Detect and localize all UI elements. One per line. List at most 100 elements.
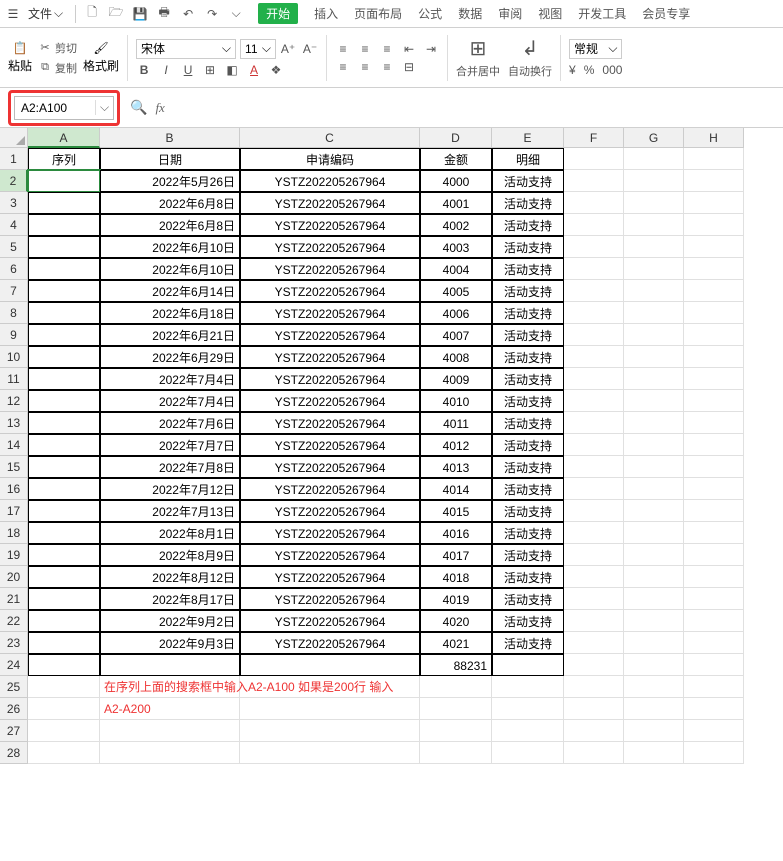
cell-E8[interactable]: 活动支持 bbox=[492, 302, 564, 324]
cell-D17[interactable]: 4015 bbox=[420, 500, 492, 522]
cell-A19[interactable] bbox=[28, 544, 100, 566]
cell-B14[interactable]: 2022年7月7日 bbox=[100, 434, 240, 456]
cell-A21[interactable] bbox=[28, 588, 100, 610]
cell-G1[interactable] bbox=[624, 148, 684, 170]
cell-A14[interactable] bbox=[28, 434, 100, 456]
cell-A10[interactable] bbox=[28, 346, 100, 368]
cell-F25[interactable] bbox=[564, 676, 624, 698]
cell-C21[interactable]: YSTZ202205267964 bbox=[240, 588, 420, 610]
cell-F2[interactable] bbox=[564, 170, 624, 192]
cell-B15[interactable]: 2022年7月8日 bbox=[100, 456, 240, 478]
cell-G19[interactable] bbox=[624, 544, 684, 566]
cell-C16[interactable]: YSTZ202205267964 bbox=[240, 478, 420, 500]
cell-G9[interactable] bbox=[624, 324, 684, 346]
cell-C10[interactable]: YSTZ202205267964 bbox=[240, 346, 420, 368]
file-menu-button[interactable]: 文件 ⌵ bbox=[24, 5, 67, 22]
align-middle-icon[interactable]: ≡ bbox=[357, 42, 373, 56]
cell-E25[interactable] bbox=[492, 676, 564, 698]
cell-G14[interactable] bbox=[624, 434, 684, 456]
cell-G15[interactable] bbox=[624, 456, 684, 478]
col-header-C[interactable]: C bbox=[240, 128, 420, 148]
cell-C18[interactable]: YSTZ202205267964 bbox=[240, 522, 420, 544]
row-header-6[interactable]: 6 bbox=[0, 258, 28, 280]
tab-开始[interactable]: 开始 bbox=[258, 3, 298, 24]
cell-E17[interactable]: 活动支持 bbox=[492, 500, 564, 522]
col-header-A[interactable]: A bbox=[28, 128, 100, 148]
font-size-select[interactable]: 11⌵ bbox=[240, 39, 276, 59]
cell-F11[interactable] bbox=[564, 368, 624, 390]
cell-F5[interactable] bbox=[564, 236, 624, 258]
cell-E18[interactable]: 活动支持 bbox=[492, 522, 564, 544]
chevron-down-icon[interactable]: ⌵ bbox=[95, 100, 113, 115]
cell-C9[interactable]: YSTZ202205267964 bbox=[240, 324, 420, 346]
cell-A4[interactable] bbox=[28, 214, 100, 236]
undo-icon[interactable]: ↶ bbox=[180, 7, 196, 21]
cell-D12[interactable]: 4010 bbox=[420, 390, 492, 412]
cell-H2[interactable] bbox=[684, 170, 744, 192]
cell-E16[interactable]: 活动支持 bbox=[492, 478, 564, 500]
cell-G28[interactable] bbox=[624, 742, 684, 764]
cell-F3[interactable] bbox=[564, 192, 624, 214]
cell-B28[interactable] bbox=[100, 742, 240, 764]
cell-D19[interactable]: 4017 bbox=[420, 544, 492, 566]
cell-B13[interactable]: 2022年7月6日 bbox=[100, 412, 240, 434]
cell-A6[interactable] bbox=[28, 258, 100, 280]
cell-E4[interactable]: 活动支持 bbox=[492, 214, 564, 236]
cell-D5[interactable]: 4003 bbox=[420, 236, 492, 258]
merge-center-button[interactable]: ⊞ 合并居中 bbox=[456, 36, 500, 79]
cell-E15[interactable]: 活动支持 bbox=[492, 456, 564, 478]
cell-F12[interactable] bbox=[564, 390, 624, 412]
cell-E20[interactable]: 活动支持 bbox=[492, 566, 564, 588]
tab-开发工具[interactable]: 开发工具 bbox=[578, 5, 626, 22]
cell-B6[interactable]: 2022年6月10日 bbox=[100, 258, 240, 280]
cell-D11[interactable]: 4009 bbox=[420, 368, 492, 390]
cell-H28[interactable] bbox=[684, 742, 744, 764]
tab-数据[interactable]: 数据 bbox=[458, 5, 482, 22]
cell-F16[interactable] bbox=[564, 478, 624, 500]
cell-C4[interactable]: YSTZ202205267964 bbox=[240, 214, 420, 236]
cell-G20[interactable] bbox=[624, 566, 684, 588]
cell-H25[interactable] bbox=[684, 676, 744, 698]
col-header-H[interactable]: H bbox=[684, 128, 744, 148]
cell-A5[interactable] bbox=[28, 236, 100, 258]
indent-left-icon[interactable]: ⇤ bbox=[401, 42, 417, 56]
cell-F20[interactable] bbox=[564, 566, 624, 588]
spreadsheet[interactable]: ABCDEFGH1序列日期申请编码金额明细22022年5月26日YSTZ2022… bbox=[0, 128, 783, 764]
format-painter-button[interactable]: 🖌 格式刷 bbox=[83, 41, 119, 74]
tab-会员专享[interactable]: 会员专享 bbox=[642, 5, 690, 22]
cell-C25[interactable] bbox=[240, 676, 420, 698]
cell-H1[interactable] bbox=[684, 148, 744, 170]
cell-A7[interactable] bbox=[28, 280, 100, 302]
cell-C23[interactable]: YSTZ202205267964 bbox=[240, 632, 420, 654]
comma-icon[interactable]: 000 bbox=[602, 63, 622, 77]
row-header-11[interactable]: 11 bbox=[0, 368, 28, 390]
cell-C28[interactable] bbox=[240, 742, 420, 764]
cell-C27[interactable] bbox=[240, 720, 420, 742]
row-header-3[interactable]: 3 bbox=[0, 192, 28, 214]
cell-D13[interactable]: 4011 bbox=[420, 412, 492, 434]
cell-D27[interactable] bbox=[420, 720, 492, 742]
col-header-D[interactable]: D bbox=[420, 128, 492, 148]
cell-D9[interactable]: 4007 bbox=[420, 324, 492, 346]
cell-E19[interactable]: 活动支持 bbox=[492, 544, 564, 566]
tab-页面布局[interactable]: 页面布局 bbox=[354, 5, 402, 22]
cell-G13[interactable] bbox=[624, 412, 684, 434]
cell-G3[interactable] bbox=[624, 192, 684, 214]
row-header-27[interactable]: 27 bbox=[0, 720, 28, 742]
cell-B23[interactable]: 2022年9月3日 bbox=[100, 632, 240, 654]
cell-B9[interactable]: 2022年6月21日 bbox=[100, 324, 240, 346]
cell-G4[interactable] bbox=[624, 214, 684, 236]
cell-C26[interactable] bbox=[240, 698, 420, 720]
cell-F6[interactable] bbox=[564, 258, 624, 280]
open-icon[interactable]: 🗁 bbox=[108, 3, 124, 24]
cell-B7[interactable]: 2022年6月14日 bbox=[100, 280, 240, 302]
cell-C7[interactable]: YSTZ202205267964 bbox=[240, 280, 420, 302]
cell-F10[interactable] bbox=[564, 346, 624, 368]
cell-G16[interactable] bbox=[624, 478, 684, 500]
cell-A28[interactable] bbox=[28, 742, 100, 764]
cell-G25[interactable] bbox=[624, 676, 684, 698]
cell-E7[interactable]: 活动支持 bbox=[492, 280, 564, 302]
cell-E9[interactable]: 活动支持 bbox=[492, 324, 564, 346]
cell-E28[interactable] bbox=[492, 742, 564, 764]
fill-color-button[interactable]: ◧ bbox=[224, 63, 240, 77]
